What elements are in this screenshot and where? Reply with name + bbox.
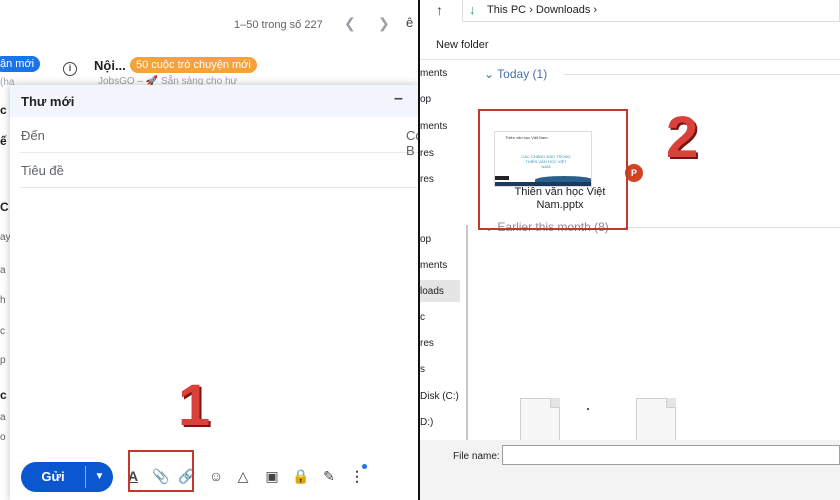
document-file-icon[interactable] bbox=[624, 398, 688, 444]
notification-dot bbox=[362, 464, 367, 469]
nav-item[interactable]: res bbox=[420, 338, 434, 349]
crumb-separator[interactable]: › bbox=[593, 4, 597, 16]
edge-fragment: c bbox=[0, 103, 7, 117]
nav-item[interactable]: ments bbox=[420, 121, 447, 132]
file-name-input[interactable] bbox=[502, 445, 840, 465]
attach-highlight-box bbox=[128, 450, 194, 492]
new-conversations-badge: 50 cuộc trò chuyện mới bbox=[130, 57, 257, 73]
crumb-downloads[interactable]: Downloads bbox=[536, 4, 590, 16]
signature-icon[interactable]: ✎ bbox=[320, 467, 338, 485]
nav-scrollbar[interactable] bbox=[466, 225, 468, 440]
nav-item[interactable]: res bbox=[420, 174, 434, 185]
doc-fold bbox=[550, 398, 560, 408]
document-file-icon[interactable] bbox=[508, 398, 572, 444]
navigation-pane: ments op ments res res op ments loads c … bbox=[420, 60, 464, 440]
edge-fragment: C bbox=[0, 200, 9, 214]
command-bar: New folder bbox=[420, 28, 840, 60]
breadcrumb: This PC › Downloads › bbox=[487, 4, 597, 16]
category-title: Nội... bbox=[94, 58, 126, 73]
address-bar[interactable]: ↓ This PC › Downloads › bbox=[462, 0, 840, 22]
more-options-icon[interactable]: ⋮ bbox=[348, 467, 366, 485]
edge-fragment: ay bbox=[0, 232, 11, 243]
edge-fragment: h bbox=[0, 295, 6, 306]
subject-field[interactable]: Tiêu đề bbox=[20, 154, 418, 188]
nav-item[interactable]: D:) bbox=[420, 417, 433, 428]
input-language-fragment[interactable]: ê bbox=[406, 15, 413, 30]
file-name-label: File name: bbox=[453, 451, 500, 462]
confidential-mode-icon[interactable]: 🔒 bbox=[292, 467, 310, 485]
nav-item[interactable]: res bbox=[420, 148, 434, 159]
edge-fragment: c bbox=[0, 388, 7, 402]
info-icon[interactable]: i bbox=[63, 62, 77, 76]
tiny-dot bbox=[587, 408, 589, 410]
compose-window: Thư mới – Đến Cc B Tiêu đề bbox=[10, 85, 418, 500]
new-messages-badge: ận mới bbox=[0, 56, 41, 72]
next-page-icon[interactable]: ❯ bbox=[378, 15, 390, 32]
send-options-button[interactable]: ▼ bbox=[86, 462, 113, 492]
step-number-1: 1 bbox=[178, 373, 211, 438]
subject-label: Tiêu đề bbox=[21, 163, 64, 178]
download-icon: ↓ bbox=[469, 2, 476, 17]
step-number-2: 2 bbox=[666, 105, 699, 170]
compose-title: Thư mới bbox=[21, 94, 75, 109]
minimize-button[interactable]: – bbox=[394, 90, 403, 108]
group-divider bbox=[564, 74, 840, 75]
edge-fragment: a bbox=[0, 412, 6, 423]
nav-item[interactable]: s bbox=[420, 364, 425, 375]
compose-toolbar: Gửi ▼ A 📎 🔗 ☺ △ ▣ 🔒 ✎ ⋮ bbox=[0, 455, 418, 495]
emoji-icon[interactable]: ☺ bbox=[207, 467, 225, 485]
nav-item[interactable]: op bbox=[420, 234, 431, 245]
insert-photo-icon[interactable]: ▣ bbox=[263, 467, 281, 485]
file-highlight-box bbox=[478, 109, 628, 230]
send-button[interactable]: Gửi bbox=[21, 462, 85, 492]
new-folder-button[interactable]: New folder bbox=[436, 39, 489, 51]
google-drive-icon[interactable]: △ bbox=[234, 467, 252, 485]
gmail-panel: 1–50 trong số 227 ❮ ❯ ê ận mới (ha i Nội… bbox=[0, 0, 418, 500]
nav-item[interactable]: op bbox=[420, 94, 431, 105]
screenshot-root: 1–50 trong số 227 ❮ ❯ ê ận mới (ha i Nội… bbox=[0, 0, 840, 500]
to-label: Đến bbox=[21, 128, 45, 143]
to-field[interactable]: Đến Cc B bbox=[20, 119, 418, 158]
nav-item[interactable]: c bbox=[420, 312, 425, 323]
pagination-text: 1–50 trong số 227 bbox=[234, 19, 323, 31]
edge-fragment: p bbox=[0, 355, 6, 366]
nav-item[interactable]: ments bbox=[420, 260, 447, 271]
file-dialog-footer: File name: bbox=[420, 440, 840, 500]
file-explorer-panel: ↑ ↓ This PC › Downloads › New folder men… bbox=[420, 0, 840, 500]
prev-page-icon[interactable]: ❮ bbox=[344, 15, 356, 32]
nav-item[interactable]: ments bbox=[420, 68, 447, 79]
nav-item-local-disk[interactable]: Disk (C:) bbox=[420, 391, 459, 402]
edge-fragment: c bbox=[0, 326, 5, 337]
compose-header[interactable]: Thư mới – bbox=[10, 85, 418, 117]
edge-fragment: ế bbox=[0, 134, 7, 148]
group-header-today[interactable]: ⌄ Today (1) bbox=[484, 67, 547, 81]
send-button-group: Gửi ▼ bbox=[21, 462, 113, 492]
up-arrow-icon[interactable]: ↑ bbox=[436, 2, 443, 18]
edge-fragment: o bbox=[0, 432, 6, 443]
group-today-label: Today (1) bbox=[497, 67, 548, 81]
nav-item-downloads[interactable]: loads bbox=[420, 286, 444, 297]
gmail-top-bar: 1–50 trong số 227 ❮ ❯ ê bbox=[0, 0, 418, 50]
crumb-separator[interactable]: › bbox=[529, 4, 533, 16]
address-area: ↑ ↓ This PC › Downloads › bbox=[420, 0, 840, 28]
doc-fold bbox=[666, 398, 676, 408]
edge-fragment: a bbox=[0, 265, 6, 276]
group-divider bbox=[624, 227, 840, 228]
crumb-this-pc[interactable]: This PC bbox=[487, 4, 526, 16]
